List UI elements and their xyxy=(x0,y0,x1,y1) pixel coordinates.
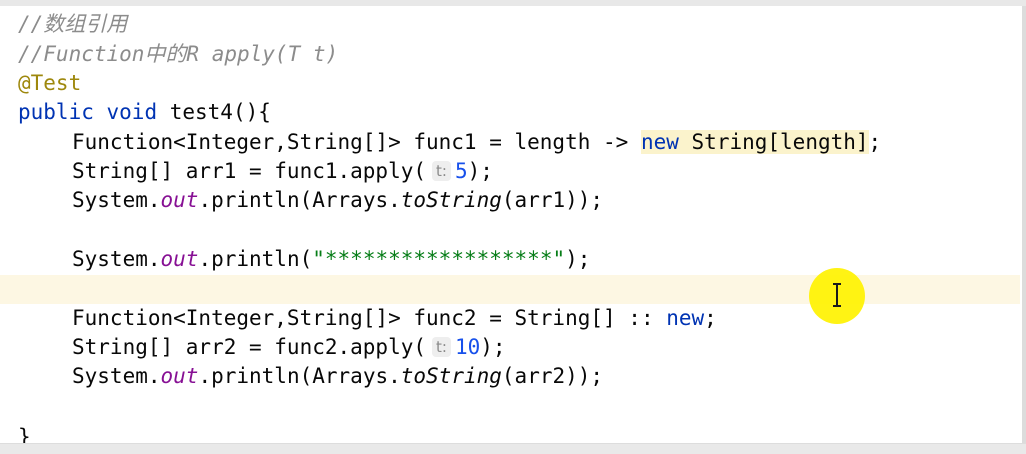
code-text: String[] arr1 = func1.apply( xyxy=(72,159,427,183)
code-line: System.out.println(Arrays.toString(arr2)… xyxy=(0,362,1020,391)
code-text: ); xyxy=(565,247,591,271)
code-line: System.out.println(Arrays.toString(arr1)… xyxy=(0,186,1020,215)
code-text: Function<Integer,String[]> func1 = lengt… xyxy=(72,130,641,154)
keyword-public: public xyxy=(18,100,94,124)
current-line[interactable] xyxy=(0,275,1020,304)
static-field-out: out xyxy=(160,364,199,388)
parameter-hint: t: xyxy=(432,337,451,357)
number-literal: 10 xyxy=(454,335,481,359)
code-text: System. xyxy=(72,364,161,388)
code-text: .println(Arrays. xyxy=(198,364,401,388)
static-method: toString xyxy=(400,364,502,388)
code-text: .println( xyxy=(198,247,313,271)
code-text: (arr2)); xyxy=(501,364,604,388)
code-line: //Function中的R apply(T t) xyxy=(0,40,1020,69)
code-text: ; xyxy=(868,130,882,154)
code-text: String[] arr2 = func2.apply( xyxy=(72,335,427,359)
code-line: public void test4(){ xyxy=(0,98,1020,127)
keyword-new: new xyxy=(640,130,679,154)
code-text: (arr1)); xyxy=(501,188,604,212)
code-text: System. xyxy=(72,247,161,271)
annotation-text: @Test xyxy=(18,71,82,95)
code-line: @Test xyxy=(0,69,1020,98)
string-literal: "******************" xyxy=(312,247,566,271)
comment-text: //Function中的R apply(T t) xyxy=(18,42,339,66)
code-line: String[] arr2 = func2.apply(t: 10); xyxy=(0,333,1020,362)
method-signature: test4(){ xyxy=(157,100,271,124)
number-literal: 5 xyxy=(454,159,468,183)
code-text: String[length] xyxy=(678,130,869,154)
code-text: .println(Arrays. xyxy=(198,188,401,212)
vertical-scrollbar[interactable] xyxy=(1022,6,1026,454)
code-line: Function<Integer,String[]> func1 = lengt… xyxy=(0,128,1020,157)
code-text: Function<Integer,String[]> func2 = Strin… xyxy=(72,306,667,330)
code-editor[interactable]: //数组引用 //Function中的R apply(T t) @Test pu… xyxy=(0,0,1026,454)
code-line: System.out.println("******************")… xyxy=(0,245,1020,274)
keyword-new: new xyxy=(666,306,705,330)
static-field-out: out xyxy=(160,188,199,212)
code-text: ); xyxy=(480,335,506,359)
code-line: Function<Integer,String[]> func2 = Strin… xyxy=(0,304,1020,333)
static-field-out: out xyxy=(160,247,199,271)
code-text: System. xyxy=(72,188,161,212)
parameter-hint: t: xyxy=(432,161,451,181)
keyword-void: void xyxy=(106,100,158,124)
code-text: ; xyxy=(704,306,717,330)
static-method: toString xyxy=(400,188,502,212)
code-text: ); xyxy=(467,159,493,183)
code-line: String[] arr1 = func1.apply(t: 5); xyxy=(0,157,1020,186)
horizontal-scrollbar[interactable] xyxy=(0,443,1026,454)
comment-text: //数组引用 xyxy=(18,12,128,36)
text-cursor-icon xyxy=(833,283,841,307)
code-line: //数组引用 xyxy=(0,10,1020,39)
